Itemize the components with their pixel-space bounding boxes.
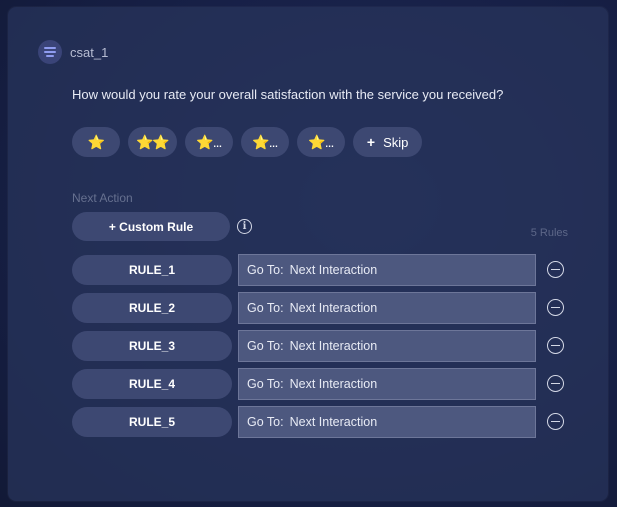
goto-value: Next Interaction xyxy=(289,339,378,353)
goto-label: Go To: xyxy=(247,263,284,277)
skip-button[interactable]: + Skip xyxy=(352,127,423,157)
remove-circle-icon[interactable] xyxy=(547,375,564,392)
page: csat_1 How would you rate your overall s… xyxy=(0,0,617,507)
remove-circle-icon[interactable] xyxy=(547,413,564,430)
star-icon: ⭐... xyxy=(196,133,222,150)
goto-value: Next Interaction xyxy=(289,301,378,315)
star-icon: ⭐... xyxy=(308,133,334,150)
goto-label: Go To: xyxy=(247,339,284,353)
option-button-4[interactable]: ⭐... xyxy=(240,127,289,157)
option-button-2[interactable]: ⭐⭐ xyxy=(128,127,177,157)
info-icon[interactable]: i xyxy=(237,219,252,234)
rule-name-pill[interactable]: RULE_5 xyxy=(72,407,232,437)
goto-value: Next Interaction xyxy=(289,263,378,277)
goto-value: Next Interaction xyxy=(289,415,378,429)
answer-options: ⭐ ⭐⭐ ⭐... ⭐... ⭐... + Skip xyxy=(72,127,423,157)
next-action-heading: Next Action xyxy=(72,191,133,205)
goto-value: Next Interaction xyxy=(289,377,378,391)
node-title: csat_1 xyxy=(70,44,109,60)
star-icon: ⭐... xyxy=(252,133,278,150)
remove-circle-icon[interactable] xyxy=(547,337,564,354)
rule-name-pill[interactable]: RULE_2 xyxy=(72,293,232,323)
goto-field[interactable]: Go To: Next Interaction xyxy=(238,292,536,324)
node-header: csat_1 xyxy=(38,40,108,64)
question-text: How would you rate your overall satisfac… xyxy=(72,87,504,102)
star-icon: ⭐ xyxy=(87,133,105,150)
rule-count: 5 Rules xyxy=(530,227,568,239)
goto-label: Go To: xyxy=(247,415,284,429)
rule-name-pill[interactable]: RULE_3 xyxy=(72,331,232,361)
goto-field[interactable]: Go To: Next Interaction xyxy=(238,368,536,400)
option-button-1[interactable]: ⭐ xyxy=(72,127,120,157)
rule-name-pill[interactable]: RULE_4 xyxy=(72,369,232,399)
node-card: csat_1 How would you rate your overall s… xyxy=(8,7,608,501)
option-button-5[interactable]: ⭐... xyxy=(296,127,345,157)
option-button-3[interactable]: ⭐... xyxy=(184,127,233,157)
star-icon: ⭐⭐ xyxy=(136,133,170,150)
goto-label: Go To: xyxy=(247,301,284,315)
goto-field[interactable]: Go To: Next Interaction xyxy=(238,406,536,438)
remove-circle-icon[interactable] xyxy=(547,261,564,278)
skip-label: Skip xyxy=(383,134,409,150)
goto-field[interactable]: Go To: Next Interaction xyxy=(238,330,536,362)
plus-icon: + xyxy=(366,134,376,150)
goto-label: Go To: xyxy=(247,377,284,391)
rule-name-pill[interactable]: RULE_1 xyxy=(72,255,232,285)
list-lines-icon xyxy=(38,40,62,64)
remove-circle-icon[interactable] xyxy=(547,299,564,316)
custom-rule-button[interactable]: + Custom Rule xyxy=(72,212,230,241)
goto-field[interactable]: Go To: Next Interaction xyxy=(238,254,536,286)
